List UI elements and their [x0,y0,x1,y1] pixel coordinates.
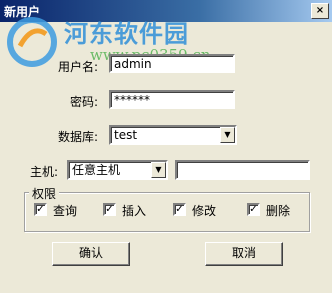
host-select[interactable]: 任意主机 ▼ [67,160,168,180]
username-label: 用户名: [57,60,98,74]
permissions-group-title: 权限 [29,185,60,202]
host-label: 主机: [29,165,58,179]
checkbox-checked-icon[interactable]: ✓ [247,203,260,216]
checkbox-checked-icon[interactable]: ✓ [103,203,116,216]
cancel-button[interactable]: 取消 [205,242,283,266]
insert-permission-label: 插入 [122,204,147,218]
ok-button[interactable]: 确认 [52,242,130,266]
checkbox-checked-icon[interactable]: ✓ [173,203,186,216]
checkbox-checked-icon[interactable]: ✓ [34,203,47,216]
chevron-down-icon[interactable]: ▼ [151,162,166,178]
database-select[interactable]: test ▼ [109,125,237,145]
watermark-text: 河东软件园 [64,20,189,48]
password-label: 密码: [69,95,98,109]
select-permission-label: 查询 [53,204,78,218]
close-button[interactable]: × [311,3,329,19]
database-select-value: test [114,128,138,142]
host-address-input[interactable] [175,160,310,180]
chevron-down-icon[interactable]: ▼ [220,127,235,143]
update-permission-label: 修改 [192,204,217,218]
username-input[interactable]: admin [109,54,235,73]
delete-permission-label: 删除 [266,204,291,218]
database-label: 数据库: [57,130,98,144]
password-input[interactable]: ****** [109,90,235,109]
host-select-value: 任意主机 [72,163,121,177]
new-user-dialog: 新用户 × 河东软件园 www.pc0359.cn 用户名: admin 密码:… [0,0,332,293]
